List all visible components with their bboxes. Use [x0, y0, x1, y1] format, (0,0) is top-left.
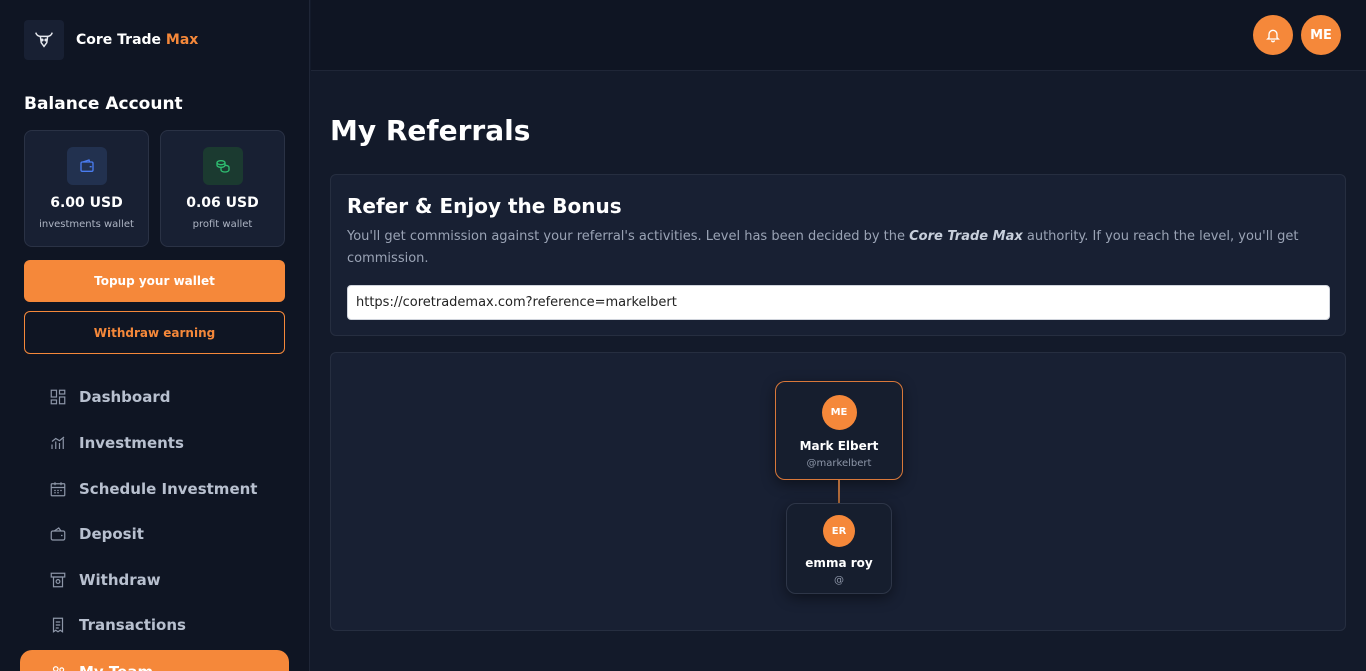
sidebar-item-label: Withdraw: [79, 571, 161, 589]
sidebar-item-dashboard[interactable]: Dashboard: [48, 385, 170, 409]
topbar: ME: [311, 0, 1366, 71]
chart-icon: [48, 434, 67, 453]
node-username: @markelbert: [806, 458, 872, 469]
bull-logo-icon: [24, 20, 64, 60]
wallet-icon: [66, 147, 107, 185]
dashboard-icon: [48, 388, 67, 407]
sidebar-item-investments[interactable]: Investments: [48, 431, 184, 455]
sidebar-item-label: Dashboard: [79, 388, 171, 406]
node-name: emma roy: [805, 556, 873, 570]
investments-wallet-label: investments wallet: [39, 219, 134, 230]
investments-wallet-card: 6.00 USD investments wallet: [24, 130, 149, 247]
refer-card: Refer & Enjoy the Bonus You'll get commi…: [330, 174, 1346, 336]
investments-wallet-amount: 6.00 USD: [50, 195, 123, 211]
sidebar-item-label: My Team: [79, 663, 153, 671]
tree-node-root[interactable]: ME Mark Elbert @markelbert: [775, 381, 903, 480]
deposit-icon: [48, 525, 67, 544]
profit-wallet-label: profit wallet: [192, 219, 253, 230]
bell-icon[interactable]: [1253, 15, 1293, 55]
sidebar-item-label: Deposit: [79, 525, 144, 543]
tree-node-child[interactable]: ER emma roy @: [786, 503, 892, 594]
team-icon: [48, 663, 67, 671]
node-username: @: [834, 575, 844, 586]
brand-accent: Max: [165, 32, 199, 48]
avatar: ER: [823, 515, 855, 547]
referral-tree: ME Mark Elbert @markelbert ER emma roy @: [330, 352, 1346, 631]
profit-wallet-card: 0.06 USD profit wallet: [160, 130, 285, 247]
sidebar-item-label: Transactions: [79, 616, 186, 634]
sidebar-item-my-team[interactable]: My Team: [20, 650, 289, 671]
sidebar-item-deposit[interactable]: Deposit: [48, 522, 144, 546]
page-title: My Referrals: [330, 114, 531, 147]
calendar-icon: [48, 480, 67, 499]
referral-link-input[interactable]: [347, 285, 1330, 320]
withdraw-earning-button[interactable]: Withdraw earning: [24, 311, 285, 354]
sidebar-item-label: Investments: [79, 434, 184, 452]
brand-name: Core Trade Max: [76, 32, 199, 48]
sidebar: Core Trade Max Balance Account 6.00 USD …: [0, 0, 310, 671]
profit-wallet-amount: 0.06 USD: [186, 195, 259, 211]
node-name: Mark Elbert: [799, 439, 879, 453]
refer-description: You'll get commission against your refer…: [347, 229, 1299, 266]
sidebar-item-content: My Team: [48, 660, 153, 671]
receipt-icon: [48, 616, 67, 635]
avatar: ME: [821, 395, 857, 430]
refer-brand: Core Trade Max: [909, 229, 1023, 244]
refer-title: Refer & Enjoy the Bonus: [347, 194, 622, 218]
sidebar-item-schedule-investment[interactable]: Schedule Investment: [48, 477, 257, 501]
tree-connector: [838, 480, 840, 503]
sidebar-item-label: Schedule Investment: [79, 480, 258, 498]
coins-icon: [202, 147, 243, 185]
sidebar-item-withdraw[interactable]: Withdraw: [48, 568, 161, 592]
avatar[interactable]: ME: [1301, 15, 1341, 55]
atm-icon: [48, 571, 67, 590]
sidebar-item-transactions[interactable]: Transactions: [48, 613, 186, 637]
topup-wallet-button[interactable]: Topup your wallet: [24, 260, 285, 302]
brand[interactable]: Core Trade Max: [24, 20, 198, 60]
balance-title: Balance Account: [24, 94, 183, 114]
